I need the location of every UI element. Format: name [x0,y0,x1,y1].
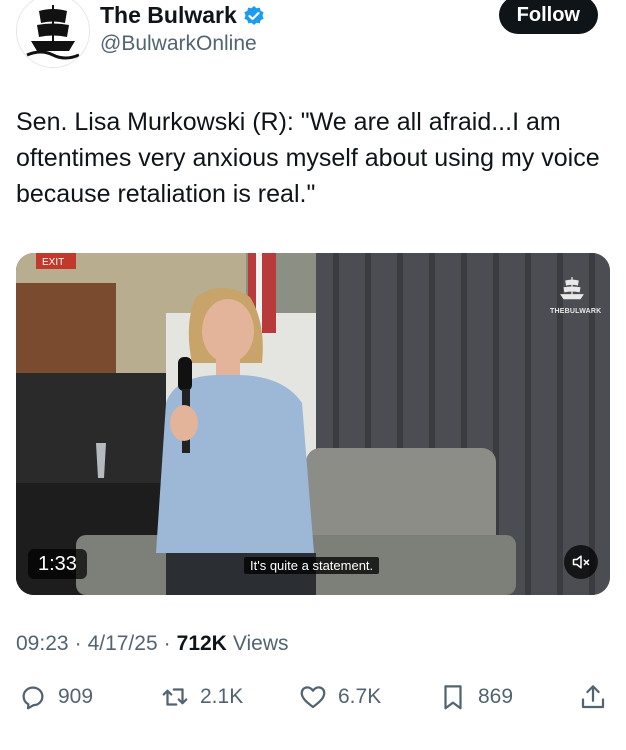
tweet-text: Sen. Lisa Murkowski (R): "We are all afr… [16,108,600,208]
verified-badge-icon [243,5,265,27]
ship-logo-icon [17,0,89,67]
views-count: 712K [176,632,227,655]
repost-count: 2.1K [200,685,244,708]
reply-button[interactable]: 909 [18,682,93,712]
repost-icon [162,688,188,706]
watermark-text: THEBULWARK [550,308,602,315]
video-duration: 1:33 [28,549,87,579]
video-player[interactable]: EXIT THEBULWARK 1:33 It's quite a statem… [16,253,610,595]
tweet-time[interactable]: 09:23 [16,632,69,656]
views-label: Views [232,632,289,655]
follow-button[interactable]: Follow [498,0,598,34]
avatar[interactable] [16,0,90,68]
tweet-meta: 09:23 · 4/17/25 · 712K Views [16,632,288,656]
tweet-date[interactable]: 4/17/25 [88,632,158,656]
display-name[interactable]: The Bulwark [100,2,237,29]
share-button[interactable] [578,682,608,712]
meta-separator: · [74,632,82,655]
reply-count: 909 [58,685,94,708]
mute-button[interactable] [564,545,598,579]
bookmark-count: 869 [478,685,514,708]
reply-icon [22,686,44,710]
exit-sign: EXIT [42,257,64,268]
video-frame: EXIT [16,253,610,595]
repost-button[interactable]: 2.1K [160,682,243,712]
ship-watermark-icon [560,277,584,300]
action-bar: 909 2.1K 6.7K 869 [0,682,626,722]
like-count: 6.7K [338,685,382,708]
muted-speaker-icon [572,555,590,569]
like-button[interactable]: 6.7K [298,682,381,712]
heart-icon [300,686,326,709]
handle[interactable]: @BulwarkOnline [100,32,257,56]
watermark: THEBULWARK [550,275,602,315]
bookmark-icon [444,685,462,710]
video-caption: It's quite a statement. [244,557,380,574]
name-row: The Bulwark [100,2,265,29]
tweet-header: The Bulwark @BulwarkOnline Follow [0,0,626,80]
bookmark-button[interactable]: 869 [438,682,513,712]
meta-separator: · [163,632,171,655]
share-icon [581,685,605,709]
